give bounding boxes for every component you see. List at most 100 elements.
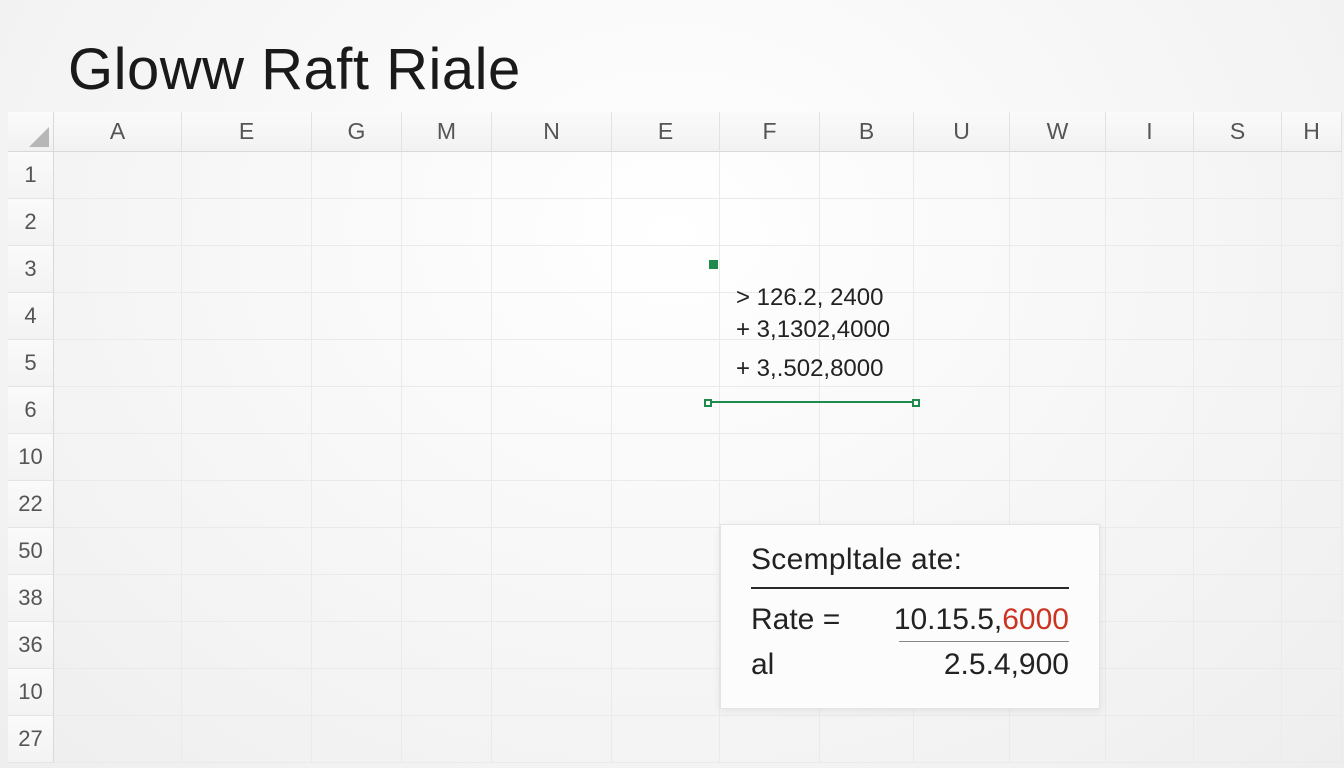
cell[interactable]: [492, 387, 612, 434]
column-header[interactable]: S: [1194, 112, 1282, 152]
cell[interactable]: [612, 622, 720, 669]
cell[interactable]: [1282, 716, 1342, 763]
cell[interactable]: [1194, 152, 1282, 199]
cell[interactable]: [312, 622, 402, 669]
cell[interactable]: [182, 622, 312, 669]
cell[interactable]: [612, 528, 720, 575]
cell[interactable]: [612, 340, 720, 387]
cell[interactable]: [492, 340, 612, 387]
cell[interactable]: [1194, 622, 1282, 669]
cell[interactable]: [492, 199, 612, 246]
cell[interactable]: [720, 434, 820, 481]
row-header[interactable]: 27: [8, 716, 54, 763]
cell[interactable]: [54, 387, 182, 434]
cell[interactable]: [720, 387, 820, 434]
cell[interactable]: [820, 387, 914, 434]
cell[interactable]: [612, 669, 720, 716]
cell[interactable]: [1106, 199, 1194, 246]
cell[interactable]: [492, 434, 612, 481]
cell[interactable]: [1282, 575, 1342, 622]
cell[interactable]: [312, 434, 402, 481]
cell[interactable]: [1194, 293, 1282, 340]
cell[interactable]: [402, 716, 492, 763]
cell[interactable]: [492, 669, 612, 716]
cell[interactable]: [914, 481, 1010, 528]
cell[interactable]: [312, 199, 402, 246]
cell[interactable]: [1194, 669, 1282, 716]
cell[interactable]: [720, 716, 820, 763]
cell[interactable]: [914, 246, 1010, 293]
cell[interactable]: [312, 246, 402, 293]
row-header[interactable]: 1: [8, 152, 54, 199]
cell[interactable]: [182, 434, 312, 481]
cell[interactable]: [54, 528, 182, 575]
cell[interactable]: [402, 340, 492, 387]
cell[interactable]: [1010, 481, 1106, 528]
cell[interactable]: [612, 434, 720, 481]
column-header[interactable]: F: [720, 112, 820, 152]
column-header[interactable]: N: [492, 112, 612, 152]
cell[interactable]: [1106, 575, 1194, 622]
cell[interactable]: [402, 669, 492, 716]
cell[interactable]: [1106, 481, 1194, 528]
cell[interactable]: [54, 152, 182, 199]
cell[interactable]: [54, 199, 182, 246]
cell[interactable]: [1106, 152, 1194, 199]
cell[interactable]: [612, 199, 720, 246]
cell[interactable]: [914, 716, 1010, 763]
cell[interactable]: [312, 575, 402, 622]
cell[interactable]: [182, 528, 312, 575]
cell[interactable]: [1106, 340, 1194, 387]
select-all-corner[interactable]: [8, 112, 54, 152]
cell[interactable]: [312, 340, 402, 387]
selection-handle-right[interactable]: [912, 399, 920, 407]
cell[interactable]: [182, 152, 312, 199]
cell[interactable]: [1010, 387, 1106, 434]
cell[interactable]: [54, 293, 182, 340]
cell[interactable]: [402, 622, 492, 669]
cell[interactable]: [1010, 152, 1106, 199]
column-header[interactable]: G: [312, 112, 402, 152]
cell[interactable]: [492, 293, 612, 340]
cell[interactable]: [612, 387, 720, 434]
cell[interactable]: [612, 481, 720, 528]
row-header[interactable]: 22: [8, 481, 54, 528]
cell[interactable]: [54, 434, 182, 481]
cell[interactable]: [312, 293, 402, 340]
cell[interactable]: [914, 434, 1010, 481]
cell[interactable]: [182, 481, 312, 528]
row-header[interactable]: 4: [8, 293, 54, 340]
cell[interactable]: [492, 716, 612, 763]
cell[interactable]: [914, 340, 1010, 387]
cell[interactable]: [612, 575, 720, 622]
cell[interactable]: [182, 716, 312, 763]
cell[interactable]: [402, 481, 492, 528]
row-header[interactable]: 50: [8, 528, 54, 575]
cell[interactable]: [1106, 622, 1194, 669]
cell[interactable]: [1282, 669, 1342, 716]
cell[interactable]: [54, 716, 182, 763]
cell[interactable]: [1282, 293, 1342, 340]
cell[interactable]: [1282, 481, 1342, 528]
cell[interactable]: [1010, 716, 1106, 763]
cell[interactable]: [182, 246, 312, 293]
cell[interactable]: [54, 246, 182, 293]
cell[interactable]: [1106, 434, 1194, 481]
cell[interactable]: [914, 387, 1010, 434]
cell[interactable]: [182, 199, 312, 246]
cell[interactable]: [820, 434, 914, 481]
row-header[interactable]: 38: [8, 575, 54, 622]
column-header[interactable]: E: [182, 112, 312, 152]
cell[interactable]: [492, 152, 612, 199]
cell[interactable]: [182, 669, 312, 716]
cell[interactable]: [312, 481, 402, 528]
cell[interactable]: [612, 293, 720, 340]
cell[interactable]: [402, 387, 492, 434]
cell[interactable]: [1194, 481, 1282, 528]
cell[interactable]: [1106, 716, 1194, 763]
cell[interactable]: [182, 293, 312, 340]
cell[interactable]: [54, 481, 182, 528]
cell[interactable]: [312, 387, 402, 434]
cell[interactable]: [612, 246, 720, 293]
column-header[interactable]: A: [54, 112, 182, 152]
